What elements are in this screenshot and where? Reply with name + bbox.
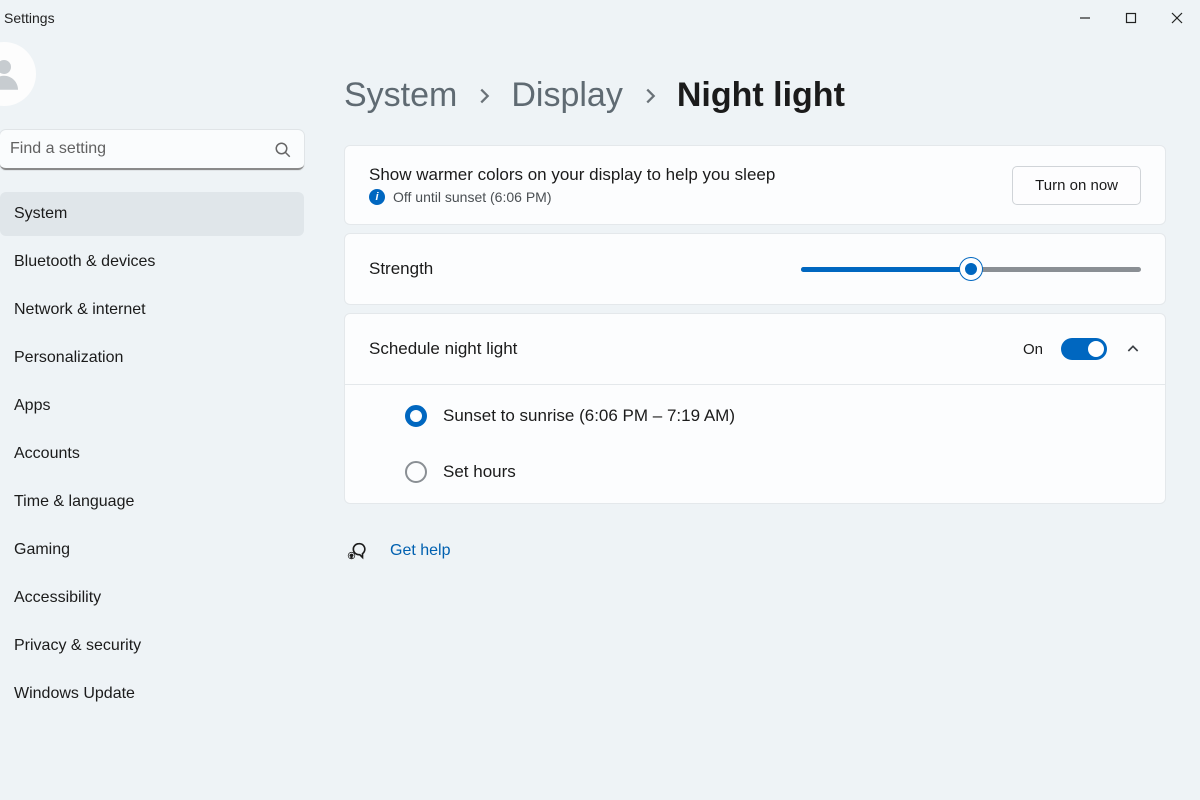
schedule-option-label: Sunset to sunrise (6:06 PM – 7:19 AM)	[443, 406, 735, 426]
schedule-option-set-hours[interactable]: Set hours	[405, 461, 1141, 483]
help-icon: ?	[346, 540, 368, 562]
schedule-header-row[interactable]: Schedule night light On	[345, 314, 1165, 384]
sidebar-item-privacy-security[interactable]: Privacy & security	[0, 624, 304, 668]
sidebar-item-label: Gaming	[14, 541, 70, 559]
window-controls	[1062, 0, 1200, 36]
avatar[interactable]	[0, 42, 36, 106]
sidebar-item-label: Personalization	[14, 349, 123, 367]
sidebar-item-label: System	[14, 205, 67, 223]
sidebar-item-windows-update[interactable]: Windows Update	[0, 672, 304, 716]
sidebar-item-label: Accounts	[14, 445, 80, 463]
breadcrumb: System Display Night light	[344, 76, 1166, 115]
schedule-card: Schedule night light On Sunset to sunris…	[344, 313, 1166, 504]
sidebar-item-time-language[interactable]: Time & language	[0, 480, 304, 524]
sidebar-item-label: Time & language	[14, 493, 134, 511]
chevron-right-icon	[473, 85, 495, 107]
info-icon: i	[369, 189, 385, 205]
sidebar-item-label: Windows Update	[14, 685, 135, 703]
sidebar-item-label: Accessibility	[14, 589, 101, 607]
sidebar-item-bluetooth-devices[interactable]: Bluetooth & devices	[0, 240, 304, 284]
main-content: System Display Night light Show warmer c…	[310, 36, 1200, 800]
sidebar-item-label: Apps	[14, 397, 50, 415]
sidebar-item-accessibility[interactable]: Accessibility	[0, 576, 304, 620]
sidebar-item-label: Network & internet	[14, 301, 146, 319]
svg-text:?: ?	[350, 553, 353, 558]
minimize-button[interactable]	[1062, 0, 1108, 36]
schedule-options: Sunset to sunrise (6:06 PM – 7:19 AM) Se…	[345, 384, 1165, 503]
close-button[interactable]	[1154, 0, 1200, 36]
chevron-right-icon	[639, 85, 661, 107]
sidebar-item-system[interactable]: System	[0, 192, 304, 236]
radio-icon	[405, 461, 427, 483]
title-bar: Settings	[0, 0, 1200, 36]
schedule-option-label: Set hours	[443, 462, 516, 482]
strength-card: Strength	[344, 233, 1166, 305]
schedule-toggle[interactable]	[1061, 338, 1107, 360]
sidebar-item-gaming[interactable]: Gaming	[0, 528, 304, 572]
search-input[interactable]	[0, 130, 304, 170]
person-icon	[0, 53, 25, 95]
app-title: Settings	[4, 10, 55, 26]
sidebar-item-label: Privacy & security	[14, 637, 141, 655]
schedule-label: Schedule night light	[369, 339, 517, 359]
breadcrumb-system[interactable]: System	[344, 76, 457, 115]
turn-on-now-button[interactable]: Turn on now	[1012, 166, 1141, 205]
maximize-button[interactable]	[1108, 0, 1154, 36]
breadcrumb-display[interactable]: Display	[511, 76, 622, 115]
radio-icon	[405, 405, 427, 427]
get-help-link[interactable]: Get help	[390, 542, 450, 560]
schedule-state-label: On	[1023, 341, 1043, 358]
chevron-up-icon	[1125, 341, 1141, 357]
search-icon	[274, 141, 292, 159]
page-title: Night light	[677, 76, 845, 115]
sidebar: System Bluetooth & devices Network & int…	[0, 36, 310, 800]
search-wrap	[0, 130, 304, 170]
sidebar-item-accounts[interactable]: Accounts	[0, 432, 304, 476]
strength-slider[interactable]	[801, 259, 1141, 279]
sidebar-item-personalization[interactable]: Personalization	[0, 336, 304, 380]
help-section: ? Get help	[344, 540, 1166, 562]
sidebar-item-apps[interactable]: Apps	[0, 384, 304, 428]
profile-section	[0, 42, 310, 130]
intro-status: Off until sunset (6:06 PM)	[393, 189, 551, 205]
sidebar-item-network-internet[interactable]: Network & internet	[0, 288, 304, 332]
intro-title: Show warmer colors on your display to he…	[369, 165, 775, 185]
schedule-option-sunset[interactable]: Sunset to sunrise (6:06 PM – 7:19 AM)	[405, 405, 1141, 427]
intro-card: Show warmer colors on your display to he…	[344, 145, 1166, 225]
sidebar-item-label: Bluetooth & devices	[14, 253, 155, 271]
nav: System Bluetooth & devices Network & int…	[0, 192, 310, 720]
strength-label: Strength	[369, 259, 433, 279]
